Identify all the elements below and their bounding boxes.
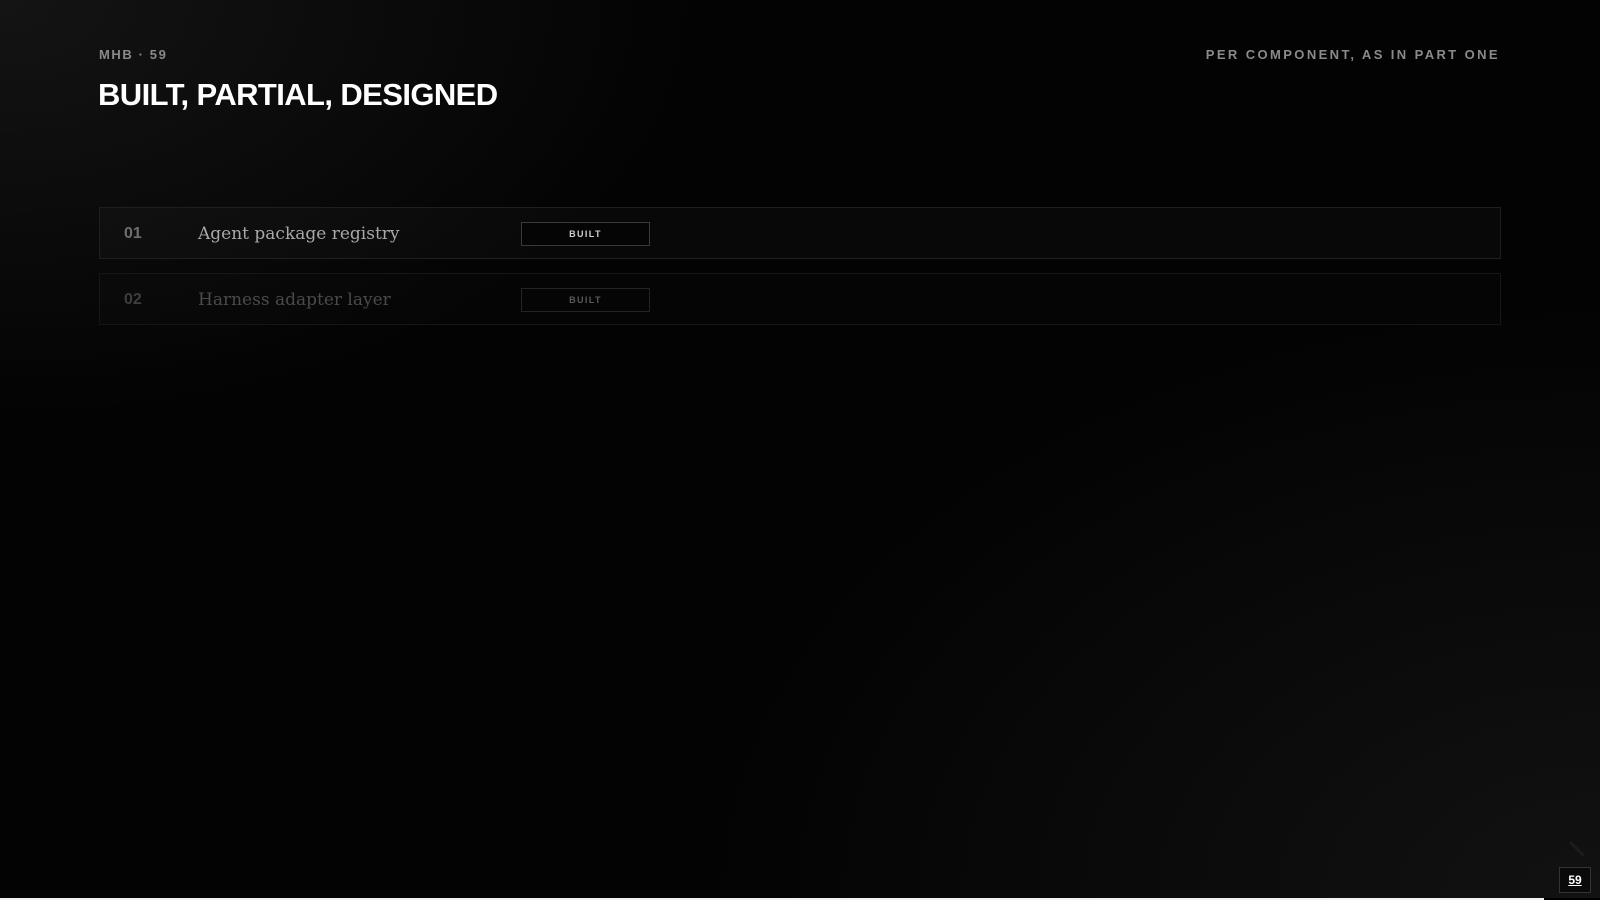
status-badge: BUILT (521, 222, 650, 246)
component-number: 01 (124, 225, 142, 242)
component-name: Harness adapter layer (198, 290, 391, 310)
component-name: Agent package registry (198, 224, 400, 244)
slide-subtitle: PER COMPONENT, AS IN PART ONE (1205, 47, 1500, 62)
chevron-right-icon[interactable] (1566, 840, 1588, 862)
component-number: 02 (124, 291, 142, 308)
slide-kicker: MHB · 59 (99, 47, 168, 62)
status-badge: BUILT (521, 288, 650, 312)
page-number[interactable]: 59 (1559, 867, 1591, 893)
component-row: 02 Harness adapter layer BUILT (99, 273, 1501, 325)
component-list: 01 Agent package registry BUILT 02 Harne… (99, 207, 1501, 339)
component-row: 01 Agent package registry BUILT (99, 207, 1501, 259)
slide: MHB · 59 PER COMPONENT, AS IN PART ONE B… (0, 0, 1600, 900)
slide-title: BUILT, PARTIAL, DESIGNED (98, 77, 498, 112)
